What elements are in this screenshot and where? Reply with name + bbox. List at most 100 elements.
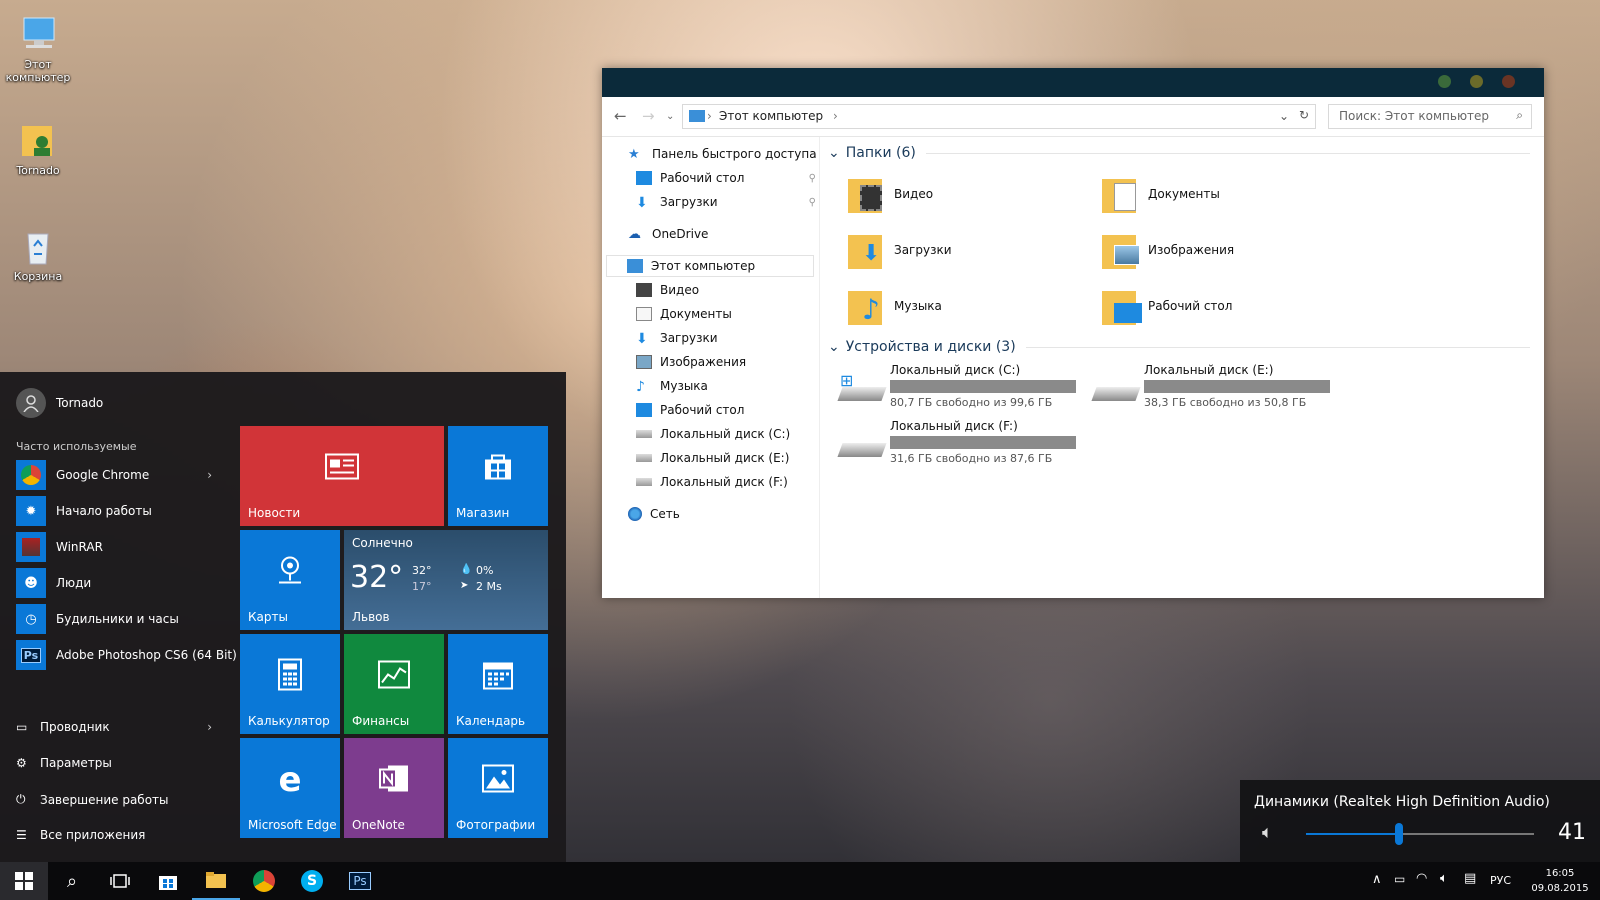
all-apps-link[interactable]: ☰ Все приложения bbox=[16, 828, 145, 842]
folder-videos[interactable]: Видео bbox=[848, 173, 933, 215]
nav-music[interactable]: ♪ Музыка bbox=[636, 375, 708, 397]
nav-drive-e[interactable]: Локальный диск (E:) bbox=[636, 447, 789, 469]
tile-maps[interactable]: Карты bbox=[240, 530, 340, 630]
address-bar[interactable]: › Этот компьютер › ⌄ ↻ bbox=[682, 104, 1316, 129]
desktop-icon-recycle-bin[interactable]: Корзина bbox=[2, 224, 74, 283]
map-pin-icon bbox=[275, 555, 305, 590]
maximize-button[interactable] bbox=[1470, 75, 1483, 88]
power-link[interactable]: ⏻ Завершение работы bbox=[16, 792, 169, 807]
most-used-heading: Часто используемые bbox=[16, 440, 137, 453]
nav-drive-c[interactable]: Локальный диск (C:) bbox=[636, 423, 790, 445]
drive-e[interactable]: Локальный диск (E:) 38,3 ГБ свободно из … bbox=[1091, 363, 1344, 409]
folders-section-header[interactable]: ⌄ Папки (6) bbox=[828, 145, 1530, 161]
cloud-icon: ☁ bbox=[628, 227, 641, 242]
tile-calculator[interactable]: Калькулятор bbox=[240, 634, 340, 734]
nav-videos[interactable]: Видео bbox=[636, 279, 699, 301]
drive-f[interactable]: Локальный диск (F:) 31,6 ГБ свободно из … bbox=[837, 419, 1090, 465]
wifi-icon[interactable]: ◠ bbox=[1416, 871, 1427, 886]
minimize-button[interactable] bbox=[1438, 75, 1451, 88]
settings-link[interactable]: ⚙ Параметры bbox=[16, 756, 112, 770]
nav-downloads[interactable]: ⬇ Загрузки ⚲ bbox=[636, 191, 816, 213]
nav-pictures[interactable]: Изображения bbox=[636, 351, 746, 373]
show-hidden-icons-chevron[interactable]: ∧ bbox=[1372, 872, 1382, 887]
start-button[interactable] bbox=[0, 862, 48, 900]
battery-icon[interactable]: ▭ bbox=[1394, 872, 1405, 886]
app-winrar[interactable]: WinRAR bbox=[16, 532, 103, 562]
app-people[interactable]: ☻ Люди bbox=[16, 568, 91, 598]
back-arrow-icon[interactable]: ← bbox=[614, 107, 627, 125]
folder-downloads[interactable]: ⬇ Загрузки bbox=[848, 229, 952, 271]
input-language[interactable]: РУС bbox=[1490, 874, 1511, 887]
app-google-chrome[interactable]: Google Chrome › bbox=[16, 460, 212, 490]
nav-onedrive[interactable]: ☁ OneDrive bbox=[628, 223, 708, 245]
tile-onenote[interactable]: OneNote bbox=[344, 738, 444, 838]
breadcrumb-chevron-icon[interactable]: › bbox=[833, 109, 838, 123]
tile-news[interactable]: Новости bbox=[240, 426, 444, 526]
nav-network[interactable]: Сеть bbox=[628, 503, 680, 525]
nav-desktop-pc[interactable]: Рабочий стол bbox=[636, 399, 744, 421]
explorer-window: ← → ⌄ › Этот компьютер › ⌄ ↻ Поиск: Этот… bbox=[602, 68, 1544, 598]
volume-slider[interactable] bbox=[1306, 823, 1534, 845]
computer-icon bbox=[16, 12, 60, 56]
tile-edge[interactable]: e Microsoft Edge bbox=[240, 738, 340, 838]
chevron-right-icon[interactable]: › bbox=[207, 468, 212, 482]
tile-finance[interactable]: Финансы bbox=[344, 634, 444, 734]
breadcrumb-this-pc[interactable]: Этот компьютер bbox=[719, 109, 823, 123]
user-account[interactable]: Tornado bbox=[16, 388, 103, 418]
tile-calendar[interactable]: Календарь bbox=[448, 634, 548, 734]
nav-drive-f[interactable]: Локальный диск (F:) bbox=[636, 471, 788, 493]
nav-label: Рабочий стол bbox=[660, 403, 745, 417]
audio-device-name[interactable]: Динамики (Realtek High Definition Audio) bbox=[1254, 794, 1550, 810]
nav-downloads-pc[interactable]: ⬇ Загрузки bbox=[636, 327, 718, 349]
taskbar-skype[interactable]: S bbox=[288, 862, 336, 900]
recent-chevron-icon[interactable]: ⌄ bbox=[666, 111, 674, 122]
search-button[interactable]: ⌕ bbox=[48, 862, 96, 900]
nav-desktop[interactable]: Рабочий стол ⚲ bbox=[636, 167, 816, 189]
close-button[interactable] bbox=[1502, 75, 1515, 88]
folder-music[interactable]: ♪ Музыка bbox=[848, 285, 942, 327]
search-input[interactable]: Поиск: Этот компьютер ⌕ bbox=[1328, 104, 1532, 129]
taskbar-explorer[interactable] bbox=[192, 862, 240, 900]
volume-slider-fill bbox=[1306, 833, 1400, 835]
app-alarms-clock[interactable]: ◷ Будильники и часы bbox=[16, 604, 179, 634]
action-center-icon[interactable]: ▤ bbox=[1464, 871, 1476, 886]
taskbar-chrome[interactable] bbox=[240, 862, 288, 900]
tile-weather[interactable]: Солнечно 32° 32° 17° 💧 0% ➤ 2 Ms Львов bbox=[344, 530, 548, 630]
taskbar-photoshop[interactable]: Ps bbox=[336, 862, 384, 900]
tile-photos[interactable]: Фотографии bbox=[448, 738, 548, 838]
drive-free-space: 80,7 ГБ свободно из 99,6 ГБ bbox=[890, 396, 1053, 409]
desktop-icon-tornado[interactable]: Tornado bbox=[2, 118, 74, 177]
avatar bbox=[16, 388, 46, 418]
drives-section-header[interactable]: ⌄ Устройства и диски (3) bbox=[828, 339, 1530, 355]
drive-icon bbox=[636, 454, 652, 462]
app-photoshop[interactable]: Ps Adobe Photoshop CS6 (64 Bit) bbox=[16, 640, 237, 670]
explorer-link[interactable]: ▭ Проводник › bbox=[16, 720, 212, 734]
chevron-right-icon[interactable]: › bbox=[207, 720, 212, 734]
nav-this-pc[interactable]: Этот компьютер bbox=[606, 255, 814, 277]
desktop-icon-label: Корзина bbox=[13, 270, 63, 283]
nav-label: Изображения bbox=[660, 355, 747, 369]
tile-store[interactable]: Магазин bbox=[448, 426, 548, 526]
wind-icon: ➤ bbox=[460, 580, 469, 591]
windows-logo-icon bbox=[15, 872, 33, 890]
task-view-button[interactable] bbox=[96, 862, 144, 900]
drive-free-space: 31,6 ГБ свободно из 87,6 ГБ bbox=[890, 452, 1053, 465]
folder-pictures[interactable]: Изображения bbox=[1102, 229, 1234, 271]
forward-arrow-icon[interactable]: → bbox=[642, 107, 655, 125]
desktop-icon bbox=[636, 171, 652, 185]
taskbar-store[interactable] bbox=[144, 862, 192, 900]
refresh-icon[interactable]: ↻ bbox=[1299, 108, 1309, 122]
volume-slider-thumb[interactable] bbox=[1395, 823, 1404, 845]
drive-c[interactable]: ⊞ Локальный диск (C:) 80,7 ГБ свободно и… bbox=[837, 363, 1090, 409]
folder-desktop[interactable]: Рабочий стол bbox=[1102, 285, 1232, 327]
dropdown-chevron-icon[interactable]: ⌄ bbox=[1279, 109, 1289, 123]
nav-quick-access[interactable]: ★ Панель быстрого доступа bbox=[628, 143, 817, 165]
speaker-icon[interactable]: 🔈︎ bbox=[1262, 822, 1273, 843]
clock[interactable]: 16:05 09.08.2015 bbox=[1528, 866, 1592, 896]
desktop-icon-this-pc[interactable]: Этот компьютер bbox=[2, 12, 74, 84]
folder-documents[interactable]: Документы bbox=[1102, 173, 1220, 215]
nav-documents[interactable]: Документы bbox=[636, 303, 732, 325]
chrome-icon bbox=[16, 460, 46, 490]
app-get-started[interactable]: ✹ Начало работы bbox=[16, 496, 152, 526]
volume-icon[interactable]: 🔈︎ bbox=[1440, 871, 1448, 886]
